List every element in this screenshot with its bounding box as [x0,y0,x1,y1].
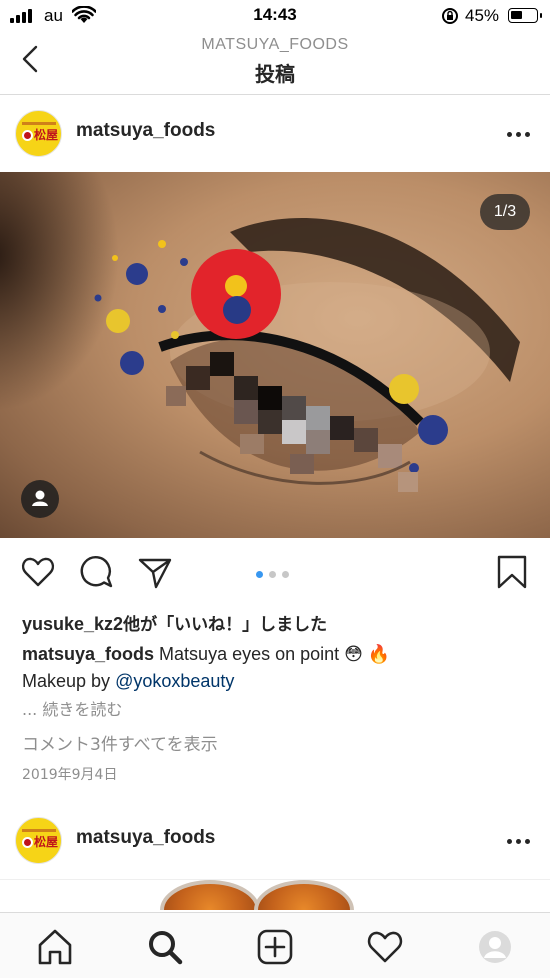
carousel-dot [269,571,276,578]
post-username[interactable]: matsuya_foods [76,120,215,142]
battery-percent: 45% [465,6,500,25]
page-title: 投稿 [255,62,295,86]
nav-bar: MATSUYA_FOODS 投稿 [0,32,550,95]
more-options-icon[interactable] [507,839,530,844]
battery-icon [508,8,542,23]
next-post-header: 松屋 matsuya_foods [0,803,550,879]
bottom-tab-bar [0,912,550,978]
person-icon [32,490,48,506]
likes-user[interactable]: yusuke_kz2 [22,614,123,634]
bookmark-icon[interactable] [495,554,529,590]
caption-username[interactable]: matsuya_foods [22,644,154,664]
read-more-link[interactable]: ... 続きを読む [22,696,122,720]
caption-text: Matsuya eyes on point 😳 🔥 [154,644,391,664]
comment-icon[interactable] [79,554,115,590]
home-icon[interactable] [35,927,75,967]
caption-line-2: Makeup by @yokoxbeauty [22,671,234,692]
likes-suffix: 他が「いいね！」しました [123,615,328,635]
post-username[interactable]: matsuya_foods [76,827,215,849]
eye-makeup-image [94,217,520,492]
carousel-dot [282,571,289,578]
more-options-icon[interactable] [507,132,530,137]
carousel-indicator [256,571,289,578]
status-bar: au 14:43 45% [0,0,550,32]
next-post-photo[interactable] [0,880,550,910]
account-subtitle: MATSUYA_FOODS [201,36,349,53]
food-bowl-image [254,880,354,910]
view-all-comments-link[interactable]: コメント3件すべてを表示 [22,730,218,755]
caption-line-1: matsuya_foods Matsuya eyes on point 😳 🔥 [22,644,390,665]
caption-credit: Makeup by [22,671,116,691]
profile-avatar-icon[interactable] [475,927,515,967]
post-date: 2019年9月4日 [22,767,118,783]
heart-icon[interactable] [20,554,56,590]
caption-mention-link[interactable]: @yokoxbeauty [115,671,234,691]
avatar[interactable]: 松屋 [15,817,62,864]
likes-summary[interactable]: yusuke_kz2他が「いいね！」しました [22,610,327,635]
post-header: 松屋 matsuya_foods [0,96,550,172]
search-icon[interactable] [145,927,185,967]
carousel-dot-active [256,571,263,578]
food-bowl-image [160,880,260,910]
rotation-lock-icon [442,8,458,24]
post-actions [0,538,550,610]
activity-heart-icon[interactable] [365,927,405,967]
tagged-people-button[interactable] [21,480,59,518]
share-icon[interactable] [137,554,173,590]
avatar[interactable]: 松屋 [15,110,62,157]
photo-counter: 1/3 [480,194,530,230]
add-post-icon[interactable] [255,927,295,967]
post-photo[interactable] [0,172,550,538]
